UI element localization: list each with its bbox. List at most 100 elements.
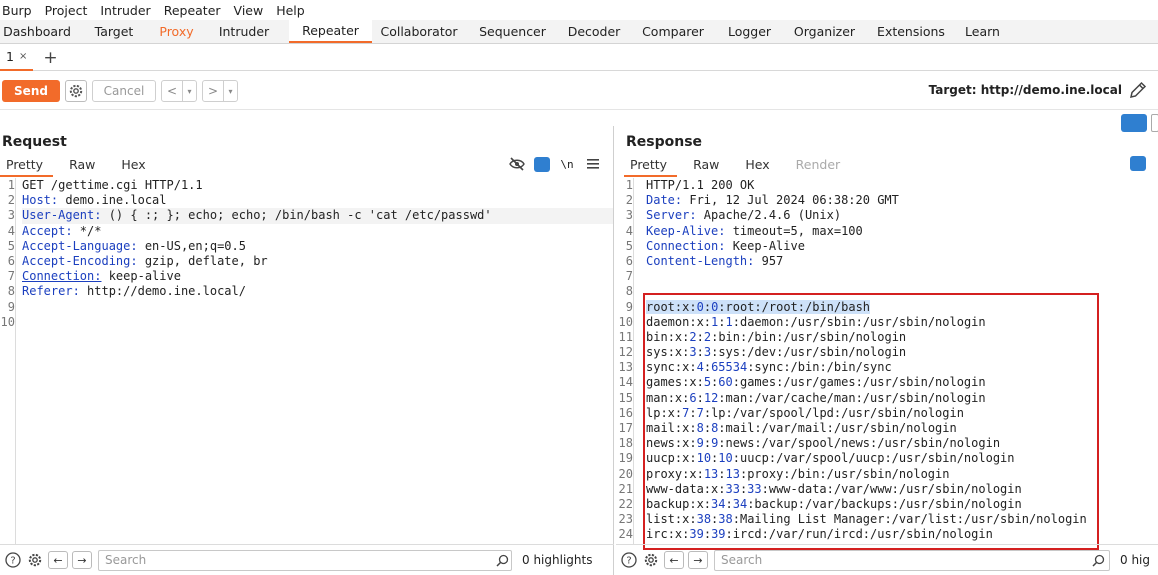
request-tab-pretty[interactable]: Pretty xyxy=(0,157,54,177)
newline-icon[interactable]: \n xyxy=(558,156,576,172)
separator: :x: xyxy=(682,375,704,390)
response-editor[interactable]: 1 2 3 4 5 6 7 8 9 10 11 12 13 14 15 16 17 18 19 20 21 22 23 24 … xyxy=(616,178,1158,544)
help-icon[interactable]: ? xyxy=(4,551,22,569)
separator: :x: xyxy=(689,496,712,511)
separator: : xyxy=(718,390,726,405)
pretty-print-icon[interactable] xyxy=(534,156,550,172)
forward-navigation[interactable]: > ▾ xyxy=(202,80,238,102)
header-value: demo.ine.local xyxy=(58,193,167,208)
tab-target[interactable]: Target xyxy=(74,20,154,43)
tab-intruder[interactable]: Intruder xyxy=(199,20,289,43)
send-button[interactable]: Send xyxy=(2,80,60,102)
passwd-user: man xyxy=(646,390,668,405)
tab-repeater[interactable]: Repeater xyxy=(289,20,372,43)
tab-extensions[interactable]: Extensions xyxy=(867,20,955,43)
close-icon[interactable]: × xyxy=(19,51,27,62)
eye-off-icon[interactable] xyxy=(508,156,526,172)
next-match-icon[interactable]: → xyxy=(688,551,708,569)
tab-dashboard[interactable]: Dashboard xyxy=(0,20,74,43)
passwd-gid: 7 xyxy=(696,405,704,420)
passwd-uid: 2 xyxy=(689,329,697,344)
passwd-line: bin:x:2:2:bin:/bin:/usr/sbin/nologin xyxy=(646,330,1158,345)
menu-item-project[interactable]: Project xyxy=(45,3,88,18)
line-number: 19 xyxy=(618,451,633,466)
gear-icon[interactable] xyxy=(642,551,660,569)
add-tab-icon[interactable]: + xyxy=(43,48,57,68)
menu-item-burp[interactable]: Burp xyxy=(2,3,32,18)
previous-match-icon[interactable]: ← xyxy=(664,551,684,569)
line-number: 5 xyxy=(7,238,15,253)
forward-arrow-icon[interactable]: > xyxy=(203,84,223,98)
request-tab-hex[interactable]: Hex xyxy=(115,157,155,177)
tab-collaborator[interactable]: Collaborator xyxy=(372,20,466,43)
settings-button[interactable] xyxy=(65,80,87,102)
cancel-button[interactable]: Cancel xyxy=(92,80,156,102)
tab-learn[interactable]: Learn xyxy=(955,20,1010,43)
request-search-input[interactable] xyxy=(98,549,512,571)
help-icon[interactable]: ? xyxy=(620,551,638,569)
passwd-entry: lp:x:7:7:lp:/var/spool/lpd:/usr/sbin/nol… xyxy=(646,406,964,420)
response-tab-pretty[interactable]: Pretty xyxy=(624,157,678,177)
separator: :x: xyxy=(689,314,712,329)
next-match-icon[interactable]: → xyxy=(72,551,92,569)
passwd-gid: 38 xyxy=(718,512,733,527)
passwd-user: www-data xyxy=(646,481,704,496)
line-number: 10 xyxy=(0,314,15,329)
passwd-line: irc:x:39:39:ircd:/var/run/ircd:/usr/sbin… xyxy=(646,527,1158,542)
menu-item-intruder[interactable]: Intruder xyxy=(100,3,150,18)
pretty-print-icon[interactable] xyxy=(1130,156,1146,171)
passwd-user: mail xyxy=(646,421,675,435)
line-number: 12 xyxy=(618,345,633,360)
tab-comparer[interactable]: Comparer xyxy=(629,20,717,43)
response-tab-render[interactable]: Render xyxy=(790,157,851,177)
response-tab-hex[interactable]: Hex xyxy=(739,157,779,177)
tab-proxy[interactable]: Proxy xyxy=(154,20,199,43)
passwd-rest: backup:/var/backups:/usr/sbin/nologin xyxy=(754,496,1022,511)
back-navigation[interactable]: < ▾ xyxy=(161,80,197,102)
line-number: 16 xyxy=(618,405,633,420)
line-number: 22 xyxy=(618,496,633,511)
passwd-line: root:x:0:0:root:/root:/bin/bash xyxy=(646,299,1158,315)
separator: : xyxy=(732,451,740,466)
response-line xyxy=(646,269,1158,284)
passwd-user: news xyxy=(646,436,675,451)
line-number: 9 xyxy=(7,299,15,314)
previous-match-icon[interactable]: ← xyxy=(48,551,68,569)
response-line: Content-Length: 957 xyxy=(646,254,1158,269)
tab-logger[interactable]: Logger xyxy=(717,20,782,43)
request-line: Accept: */* xyxy=(22,224,613,239)
header-name: Referer: xyxy=(22,284,80,299)
passwd-user: list xyxy=(646,512,675,527)
passwd-gid: 12 xyxy=(703,390,719,405)
menu-item-repeater[interactable]: Repeater xyxy=(164,3,221,18)
chevron-down-icon[interactable]: ▾ xyxy=(223,81,237,101)
menu-icon[interactable] xyxy=(584,156,602,172)
back-arrow-icon[interactable]: < xyxy=(162,84,182,98)
header-name: Accept-Encoding: xyxy=(22,253,138,268)
request-tab-raw[interactable]: Raw xyxy=(63,157,105,177)
response-line: HTTP/1.1 200 OK xyxy=(646,178,1158,193)
separator: :x: xyxy=(674,436,697,451)
gear-icon[interactable] xyxy=(26,551,44,569)
tab-decoder[interactable]: Decoder xyxy=(559,20,629,43)
chevron-down-icon[interactable]: ▾ xyxy=(182,81,196,101)
menu-item-help[interactable]: Help xyxy=(276,3,305,18)
pencil-icon[interactable] xyxy=(1128,80,1148,100)
separator: :x: xyxy=(667,390,690,405)
request-editor[interactable]: 1 2 3 4 5 6 7 8 9 10 GET /gettime.cgi HTTP/1.1 Hos… xyxy=(0,178,613,544)
response-search-input[interactable] xyxy=(714,549,1110,571)
header-value: keep-alive xyxy=(101,269,181,284)
tab-sequencer[interactable]: Sequencer xyxy=(466,20,559,43)
tab-organizer[interactable]: Organizer xyxy=(782,20,867,43)
menu-item-view[interactable]: View xyxy=(234,3,264,18)
header-name: Content-Length: xyxy=(646,253,755,268)
repeater-tab-1[interactable]: 1 × xyxy=(0,45,34,71)
passwd-line: news:x:9:9:news:/var/spool/news:/usr/sbi… xyxy=(646,436,1158,451)
separator: : xyxy=(696,329,704,344)
line-number: 24 xyxy=(618,527,633,542)
line-number: 5 xyxy=(625,238,633,253)
header-value: 957 xyxy=(754,253,784,268)
response-tab-raw[interactable]: Raw xyxy=(687,157,729,177)
separator: :x: xyxy=(674,512,697,527)
response-line: Connection: Keep-Alive xyxy=(646,239,1158,254)
